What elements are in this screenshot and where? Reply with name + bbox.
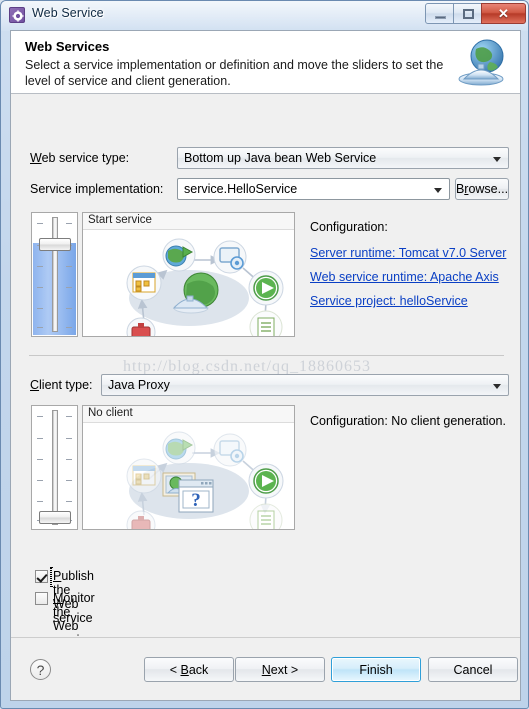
- client-type-combo[interactable]: Java Proxy: [101, 374, 509, 396]
- service-implementation-combo[interactable]: service.HelloService: [177, 178, 450, 200]
- service-configuration-label: Configuration:: [310, 220, 388, 234]
- close-button[interactable]: ✕: [481, 3, 526, 24]
- browse-button[interactable]: Browse...: [455, 178, 509, 200]
- server-runtime-link[interactable]: Server runtime: Tomcat v7.0 Server: [310, 246, 506, 260]
- client-diagram-graphic: ?: [126, 431, 284, 529]
- back-button[interactable]: < Back: [144, 657, 234, 682]
- client-diagram-title: No client: [88, 407, 133, 419]
- client-slider-thumb[interactable]: [38, 511, 71, 524]
- next-button[interactable]: Next >: [235, 657, 325, 682]
- chevron-down-icon: [493, 157, 501, 162]
- page-description: Select a service implementation or defin…: [25, 58, 444, 88]
- dialog-client-area: Web Services Select a service implementa…: [10, 30, 521, 701]
- focus-outline: [50, 567, 52, 587]
- client-diagram: No client ?: [82, 405, 295, 530]
- gear-icon-glyph: [12, 10, 24, 22]
- chevron-down-icon: [493, 384, 501, 389]
- web-service-type-combo[interactable]: Bottom up Java bean Web Service: [177, 147, 509, 169]
- window-controls: ✕: [425, 3, 526, 24]
- close-icon: ✕: [498, 5, 509, 21]
- service-implementation-label: Service implementation:: [30, 182, 164, 196]
- client-type-value: Java Proxy: [108, 378, 170, 392]
- service-diagram-header: Start service: [83, 213, 294, 230]
- client-configuration-text: Configuration: No client generation.: [310, 414, 506, 428]
- service-diagram-graphic: [126, 238, 284, 336]
- gear-icon: [9, 7, 25, 23]
- chevron-down-icon: [434, 188, 442, 193]
- service-diagram: Start service: [82, 212, 295, 337]
- minimize-icon: [435, 16, 446, 19]
- page-title: Web Services: [25, 39, 110, 54]
- back-button-label: < Back: [169, 662, 209, 677]
- globe-service-icon: [458, 39, 504, 86]
- wizard-body: Web service type: Bottom up Java bean We…: [11, 95, 520, 647]
- service-implementation-value: service.HelloService: [184, 182, 298, 196]
- minimize-button[interactable]: [425, 3, 454, 24]
- service-project-link[interactable]: Service project: helloService: [310, 294, 468, 308]
- client-diagram-header: No client: [83, 406, 294, 423]
- client-type-label: Client type:: [30, 378, 93, 392]
- browse-button-label: Browse...: [455, 182, 509, 196]
- section-divider: [29, 355, 504, 356]
- web-service-runtime-link[interactable]: Web service runtime: Apache Axis: [310, 270, 499, 284]
- wizard-banner: Web Services Select a service implementa…: [11, 31, 520, 94]
- client-slider-rail: [51, 410, 58, 525]
- cancel-button[interactable]: Cancel: [428, 657, 518, 682]
- web-service-type-label: Web service type:: [30, 151, 130, 165]
- publish-web-service-checkbox[interactable]: [35, 570, 48, 583]
- web-service-type-value: Bottom up Java bean Web Service: [184, 151, 377, 165]
- service-slider-thumb[interactable]: [38, 238, 71, 251]
- next-button-label: Next >: [261, 662, 299, 677]
- client-level-slider[interactable]: [31, 405, 78, 530]
- service-slider-rail: [51, 217, 58, 332]
- title-bar: Web Service ✕: [1, 1, 528, 30]
- finish-button[interactable]: Finish: [331, 657, 421, 682]
- svg-text:?: ?: [191, 490, 201, 511]
- help-icon[interactable]: ?: [30, 659, 51, 680]
- window-title: Web Service: [32, 6, 104, 20]
- service-diagram-title: Start service: [88, 214, 152, 226]
- maximize-icon: [463, 9, 474, 19]
- dialog-footer: ? < Back Next > Finish Cancel: [11, 637, 520, 700]
- monitor-web-service-checkbox[interactable]: [35, 592, 48, 605]
- maximize-button[interactable]: [453, 3, 482, 24]
- dialog-window: Web Service ✕ Web Services Select a serv…: [0, 0, 529, 709]
- service-level-slider[interactable]: [31, 212, 78, 337]
